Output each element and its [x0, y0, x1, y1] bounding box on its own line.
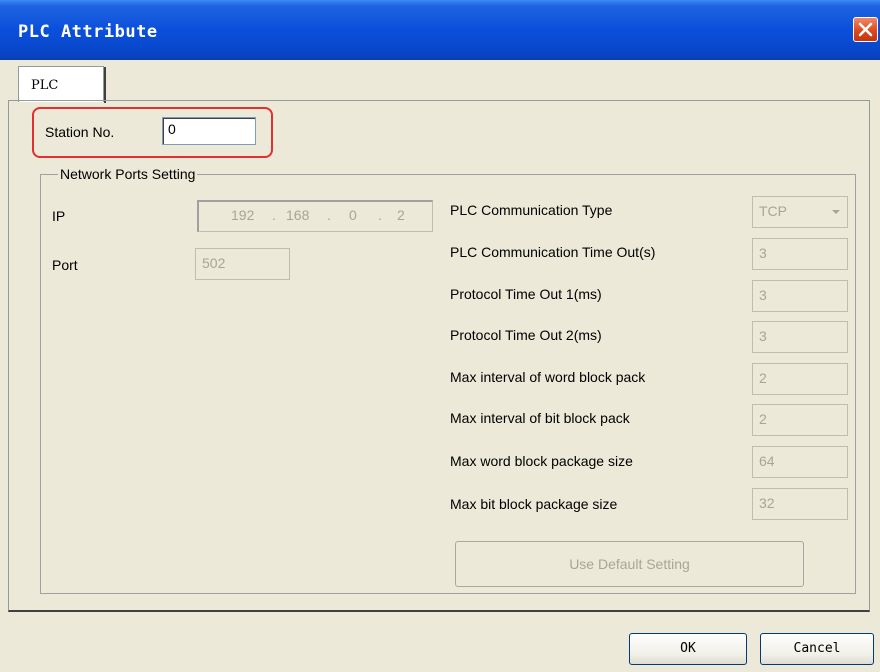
tab-strip: PLC [18, 66, 108, 103]
window-title: PLC Attribute [18, 22, 158, 42]
ip-dot-2: . [327, 207, 331, 223]
setting-label-protocol-1: Protocol Time Out 1(ms) [450, 286, 602, 302]
setting-label-protocol-2: Protocol Time Out 2(ms) [450, 327, 602, 343]
plc-attribute-dialog: PLC Attribute PLC Station No. 0 Network … [0, 0, 880, 672]
cancel-button[interactable]: Cancel [760, 633, 874, 665]
port-label: Port [52, 257, 78, 273]
ip-label: IP [52, 208, 66, 224]
station-label: Station No. [45, 124, 115, 140]
ok-button[interactable]: OK [629, 633, 747, 665]
setting-input-bit-interval[interactable]: 2 [752, 404, 848, 436]
ip-octet-3: 0 [349, 207, 357, 223]
ip-octet-2: 168 [286, 207, 310, 223]
ip-dot-1: . [272, 207, 276, 223]
network-ports-group [40, 174, 856, 594]
network-ports-legend: Network Ports Setting [58, 166, 198, 182]
comm-type-label: PLC Communication Type [450, 202, 613, 218]
ip-octet-1: 192 [231, 207, 255, 223]
setting-input-bit-size[interactable]: 32 [752, 488, 848, 520]
setting-label-word-size: Max word block package size [450, 453, 633, 469]
chevron-down-icon [832, 210, 840, 214]
title-bar[interactable]: PLC Attribute [0, 0, 880, 60]
setting-input-word-size[interactable]: 64 [752, 446, 848, 478]
station-number-input[interactable]: 0 [162, 117, 256, 145]
ip-address-field[interactable]: 192 . 168 . 0 . 2 [197, 200, 433, 232]
comm-type-value: TCP [759, 203, 787, 219]
setting-label-timeout: PLC Communication Time Out(s) [450, 244, 656, 260]
close-icon [858, 22, 873, 37]
close-button[interactable] [853, 17, 878, 42]
tab-plc[interactable]: PLC [18, 66, 106, 103]
setting-label-bit-interval: Max interval of bit block pack [450, 410, 630, 426]
setting-label-word-interval: Max interval of word block pack [450, 369, 646, 385]
setting-input-timeout[interactable]: 3 [752, 238, 848, 270]
ip-octet-4: 2 [397, 207, 405, 223]
use-default-setting-button[interactable]: Use Default Setting [455, 541, 804, 587]
setting-input-protocol-1[interactable]: 3 [752, 280, 848, 312]
setting-input-protocol-2[interactable]: 3 [752, 321, 848, 353]
comm-type-select[interactable]: TCP [752, 196, 848, 228]
setting-input-word-interval[interactable]: 2 [752, 363, 848, 395]
ip-dot-3: . [378, 207, 382, 223]
setting-label-bit-size: Max bit block package size [450, 496, 618, 512]
port-input[interactable]: 502 [195, 248, 290, 280]
